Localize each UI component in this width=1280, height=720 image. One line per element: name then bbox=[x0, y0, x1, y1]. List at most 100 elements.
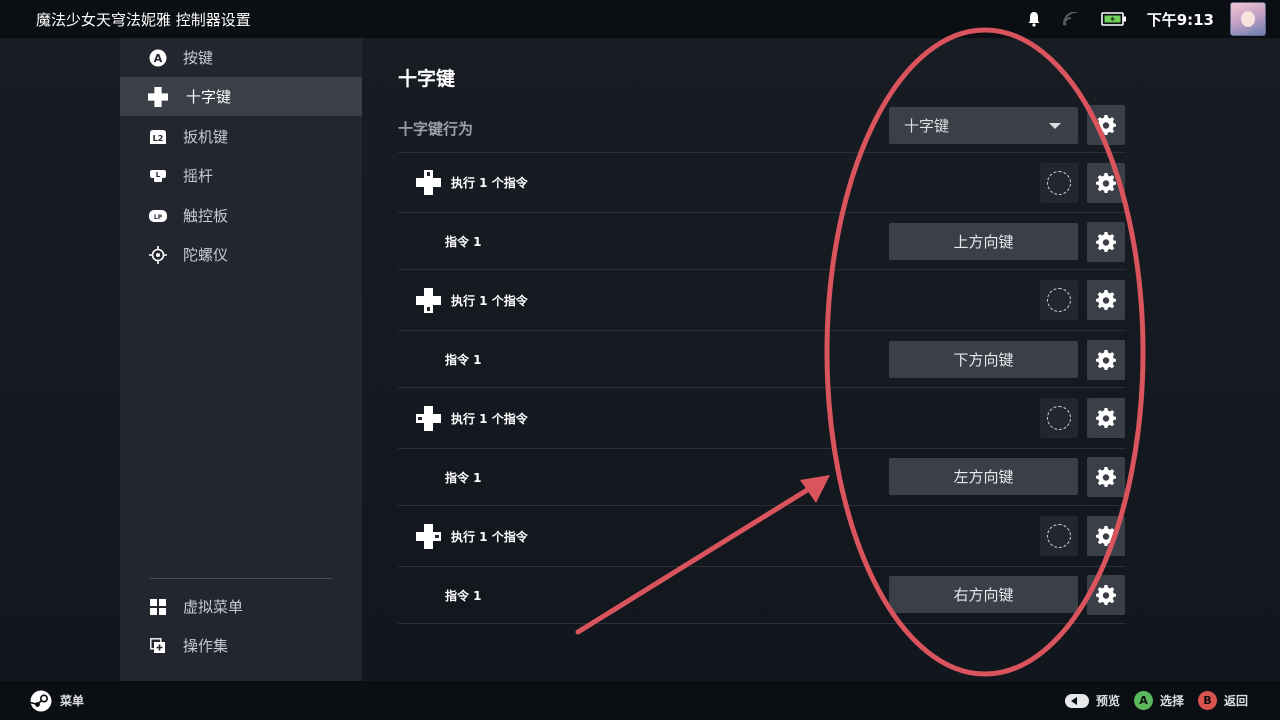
sidebar-item-action-sets[interactable]: 操作集 bbox=[120, 626, 362, 665]
sub-command-label: 指令 1 bbox=[445, 470, 482, 485]
command-label: 执行 1 个指令 bbox=[451, 293, 528, 308]
sidebar-item-label: 操作集 bbox=[183, 637, 229, 655]
gear-icon bbox=[1096, 232, 1116, 252]
activator-mode-button[interactable] bbox=[1040, 516, 1078, 556]
top-bar: 魔法少女天穹法妮雅 控制器设置 下午9:13 bbox=[0, 0, 1280, 38]
behavior-label: 十字键行为 bbox=[398, 120, 474, 138]
binding-button-left[interactable]: 左方向键 bbox=[889, 458, 1078, 495]
binding-button-up[interactable]: 上方向键 bbox=[889, 223, 1078, 260]
preview-label: 预览 bbox=[1095, 694, 1120, 708]
sub-command-label: 指令 1 bbox=[445, 234, 482, 249]
binding-settings-button[interactable] bbox=[1087, 457, 1125, 497]
status-area: 下午9:13 bbox=[1005, 0, 1266, 38]
dashed-circle-icon bbox=[1047, 171, 1071, 195]
app-title: 魔法少女天穹法妮雅 控制器设置 bbox=[36, 10, 251, 29]
bottom-bar: 菜单 预览 A 选择 B 返回 bbox=[0, 681, 1280, 720]
avatar[interactable] bbox=[1230, 2, 1266, 36]
select-hint[interactable]: A 选择 bbox=[1133, 691, 1184, 710]
svg-text:A: A bbox=[154, 52, 163, 65]
sub-command-row-right[interactable]: 指令 1 右方向键 bbox=[398, 567, 1126, 624]
select-label: 选择 bbox=[1159, 694, 1184, 708]
sidebar-item-joystick[interactable]: L 摇杆 bbox=[120, 156, 362, 195]
command-row-left[interactable]: 执行 1 个指令 bbox=[398, 388, 1126, 449]
wifi-off-icon[interactable] bbox=[1062, 12, 1079, 26]
battery-icon[interactable] bbox=[1100, 12, 1127, 26]
behavior-settings-button[interactable] bbox=[1087, 105, 1125, 145]
dashed-circle-icon bbox=[1047, 524, 1071, 548]
joystick-icon: L bbox=[148, 166, 168, 186]
sidebar-item-label: 扳机键 bbox=[183, 128, 229, 146]
binding-button-down[interactable]: 下方向键 bbox=[889, 341, 1078, 378]
sidebar-item-trackpad[interactable]: LP 触控板 bbox=[120, 196, 362, 235]
sub-command-row-down[interactable]: 指令 1 下方向键 bbox=[398, 331, 1126, 388]
sub-command-label: 指令 1 bbox=[445, 352, 482, 367]
command-settings-button[interactable] bbox=[1087, 516, 1125, 556]
behavior-value: 十字键 bbox=[904, 117, 950, 135]
command-settings-button[interactable] bbox=[1087, 398, 1125, 438]
bell-icon[interactable] bbox=[1027, 11, 1041, 27]
b-button-icon: B bbox=[1197, 691, 1217, 710]
command-label: 执行 1 个指令 bbox=[451, 411, 528, 426]
dpad-right-icon bbox=[416, 523, 441, 549]
sub-command-row-up[interactable]: 指令 1 上方向键 bbox=[398, 213, 1126, 270]
sidebar-item-dpad[interactable]: 十字键 bbox=[120, 77, 362, 116]
dashed-circle-icon bbox=[1047, 406, 1071, 430]
gyro-icon bbox=[148, 245, 168, 265]
command-label: 执行 1 个指令 bbox=[451, 176, 528, 190]
grid-menu-icon bbox=[148, 597, 168, 617]
sidebar-item-label: 触控板 bbox=[183, 207, 229, 225]
command-row-up[interactable]: 执行 1 个指令 bbox=[398, 153, 1126, 213]
a-button-icon: A bbox=[148, 48, 168, 68]
preview-hint[interactable]: 预览 bbox=[1064, 692, 1120, 709]
gear-icon bbox=[1096, 467, 1116, 487]
button-hints: 预览 A 选择 B 返回 bbox=[1051, 681, 1248, 720]
view-button-icon bbox=[1064, 693, 1089, 708]
chevron-down-icon bbox=[1049, 123, 1061, 129]
dpad-icon bbox=[148, 86, 168, 107]
sidebar-item-label: 陀螺仪 bbox=[183, 246, 229, 264]
sub-command-label: 指令 1 bbox=[445, 588, 482, 603]
page-title: 十字键 bbox=[398, 68, 456, 90]
binding-settings-button[interactable] bbox=[1087, 575, 1125, 615]
binding-settings-button[interactable] bbox=[1087, 222, 1125, 262]
sidebar-item-label: 虚拟菜单 bbox=[183, 598, 244, 616]
sidebar-item-label: 十字键 bbox=[186, 88, 232, 106]
sidebar-item-gyro[interactable]: 陀螺仪 bbox=[120, 235, 362, 274]
gear-icon bbox=[1096, 350, 1116, 370]
sidebar-item-triggers[interactable]: L2 扳机键 bbox=[120, 117, 362, 156]
back-label: 返回 bbox=[1223, 694, 1248, 708]
activator-mode-button[interactable] bbox=[1040, 163, 1078, 203]
clock: 下午9:13 bbox=[1146, 10, 1214, 29]
binding-button-right[interactable]: 右方向键 bbox=[889, 576, 1078, 613]
back-hint[interactable]: B 返回 bbox=[1197, 691, 1248, 710]
activator-mode-button[interactable] bbox=[1040, 280, 1078, 320]
command-row-right[interactable]: 执行 1 个指令 bbox=[398, 506, 1126, 567]
gear-icon bbox=[1096, 585, 1116, 605]
gear-icon bbox=[1096, 526, 1116, 546]
activator-mode-button[interactable] bbox=[1040, 398, 1078, 438]
steam-icon bbox=[30, 690, 52, 711]
trackpad-icon: LP bbox=[148, 206, 168, 226]
behavior-dropdown[interactable]: 十字键 bbox=[889, 107, 1078, 144]
gear-icon bbox=[1096, 290, 1116, 310]
menu-hint[interactable]: 菜单 bbox=[30, 681, 84, 720]
menu-label: 菜单 bbox=[60, 694, 85, 708]
a-button-icon: A bbox=[1133, 691, 1153, 710]
command-label: 执行 1 个指令 bbox=[451, 529, 528, 544]
binding-settings-button[interactable] bbox=[1087, 340, 1125, 380]
action-set-icon bbox=[148, 636, 168, 656]
command-row-down[interactable]: 执行 1 个指令 bbox=[398, 270, 1126, 331]
sub-command-row-left[interactable]: 指令 1 左方向键 bbox=[398, 449, 1126, 506]
gear-icon bbox=[1096, 115, 1116, 135]
command-settings-button[interactable] bbox=[1087, 163, 1125, 203]
sidebar-item-label: 按键 bbox=[183, 49, 214, 67]
sidebar-item-label: 摇杆 bbox=[183, 167, 214, 185]
command-settings-button[interactable] bbox=[1087, 280, 1125, 320]
dpad-up-icon bbox=[416, 170, 441, 195]
sidebar-item-buttons[interactable]: A 按键 bbox=[120, 38, 362, 77]
sidebar-divider bbox=[150, 578, 332, 579]
dashed-circle-icon bbox=[1047, 288, 1071, 312]
sidebar-item-virtual-menu[interactable]: 虚拟菜单 bbox=[120, 587, 362, 626]
l2-trigger-icon: L2 bbox=[148, 127, 168, 147]
dpad-left-icon bbox=[416, 405, 441, 431]
